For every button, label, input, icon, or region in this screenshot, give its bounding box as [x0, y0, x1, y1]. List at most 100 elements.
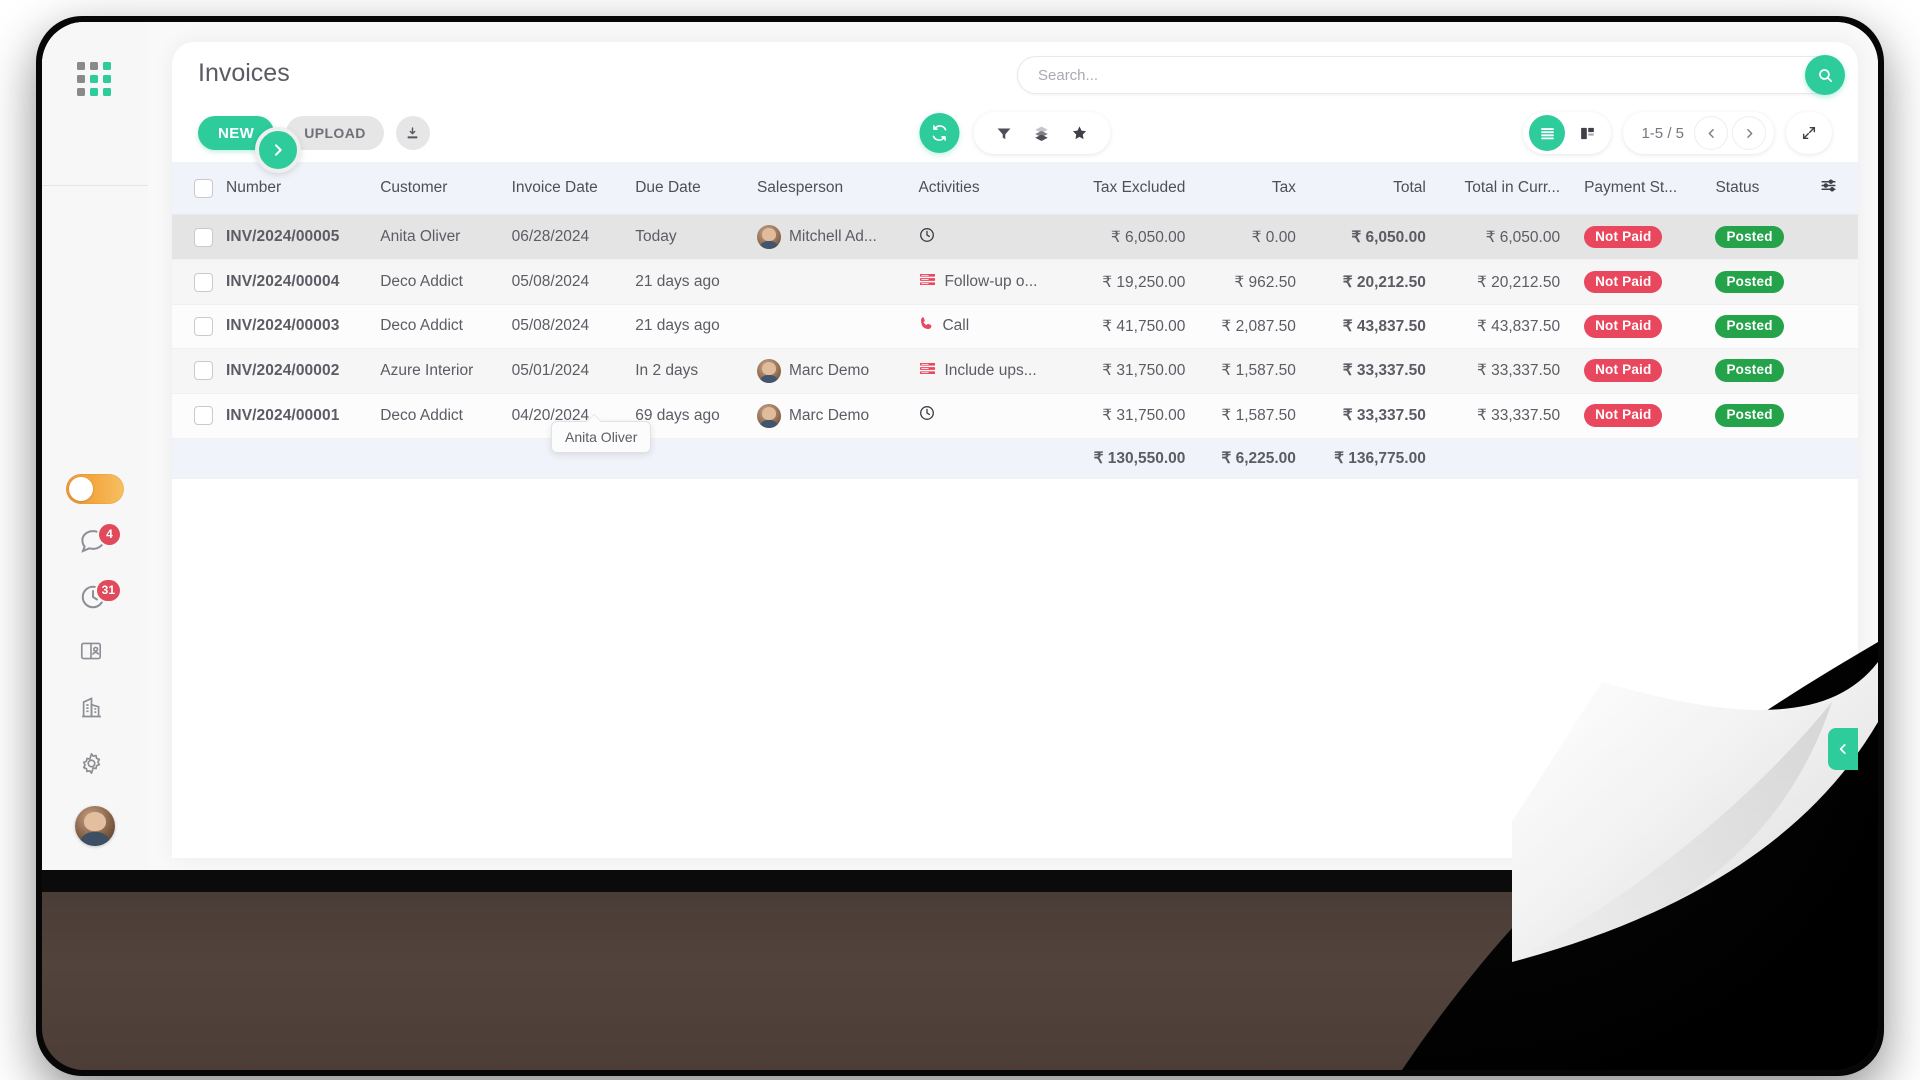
column-options-icon[interactable]	[1807, 162, 1858, 215]
status-badge-payment: Not Paid	[1584, 225, 1663, 249]
cell-status: Posted	[1703, 348, 1807, 394]
status-badge-payment: Not Paid	[1584, 404, 1663, 427]
clock-icon[interactable]	[918, 404, 936, 427]
right-tools: 1-5 / 5	[1523, 112, 1832, 154]
row-select-cell	[172, 259, 214, 305]
cell-invoice-date: 06/28/2024	[499, 214, 624, 260]
panel-collapse-handle[interactable]	[1828, 728, 1858, 770]
totals-spacer	[172, 437, 214, 479]
cell-activities: Follow-up o...	[906, 259, 1067, 305]
cell-tax: ₹ 1,587.50	[1197, 393, 1308, 439]
col-due-date[interactable]: Due Date	[623, 162, 745, 215]
col-tax-excluded[interactable]: Tax Excluded	[1066, 162, 1198, 215]
cell-total: ₹ 33,337.50	[1307, 348, 1438, 394]
star-favorites-icon[interactable]	[1071, 124, 1089, 142]
table-row[interactable]: INV/2024/00003 Deco Addict 05/08/2024 21 da…	[172, 304, 1858, 349]
sidebar-expand-button[interactable]	[255, 127, 301, 173]
user-avatar[interactable]	[75, 806, 115, 846]
search-box[interactable]	[1017, 56, 1837, 94]
status-badge-state: Posted	[1715, 315, 1784, 338]
chevron-right-icon[interactable]	[1732, 116, 1766, 150]
filter-icon[interactable]	[996, 125, 1013, 142]
cell-total-currency: ₹ 20,212.50	[1437, 259, 1573, 305]
col-status[interactable]: Status	[1703, 162, 1807, 215]
activities-clock-icon[interactable]: 31	[78, 580, 120, 616]
salesperson-avatar	[756, 403, 781, 428]
row-checkbox[interactable]	[194, 227, 213, 247]
table-row[interactable]: INV/2024/00004 Deco Addict 05/08/2024 21 da…	[172, 259, 1858, 305]
table-header: Number Customer Invoice Date Due Date Sa…	[172, 162, 1858, 215]
cell-payment-status: Not Paid	[1572, 304, 1704, 349]
cell-invoice-date: 05/01/2024	[499, 348, 624, 394]
cell-tax-excluded: ₹ 6,050.00	[1066, 214, 1198, 260]
cell-customer: Anita Oliver	[368, 214, 500, 260]
view-card: Invoices Search... NEW UPLOAD 1-5 / 5 Nu…	[172, 42, 1858, 858]
cell-tax: ₹ 962.50	[1197, 259, 1308, 305]
search-input[interactable]	[1038, 66, 1782, 84]
col-salesperson[interactable]: Salesperson	[744, 162, 907, 215]
cell-status: Posted	[1703, 393, 1807, 439]
contacts-card-icon[interactable]	[78, 638, 112, 672]
col-activities[interactable]: Activities	[906, 162, 1067, 215]
clock-icon[interactable]	[918, 226, 936, 249]
email-list-icon[interactable]	[918, 270, 937, 294]
kanban-view-icon[interactable]	[1569, 115, 1605, 151]
select-all-checkbox[interactable]	[194, 178, 213, 198]
header-row: Number Customer Invoice Date Due Date Sa…	[172, 162, 1858, 215]
group-by-icon[interactable]	[1033, 124, 1051, 142]
cell-total: ₹ 20,212.50	[1307, 259, 1438, 305]
cell-tax-excluded: ₹ 31,750.00	[1066, 393, 1198, 439]
cell-due-date: Today	[623, 214, 745, 260]
row-checkbox[interactable]	[194, 406, 213, 426]
phone-icon[interactable]	[918, 315, 935, 337]
col-invoice-date[interactable]: Invoice Date	[499, 162, 624, 215]
list-view-icon[interactable]	[1529, 115, 1566, 151]
refresh-icon[interactable]	[919, 113, 960, 153]
row-checkbox[interactable]	[194, 316, 213, 336]
col-total[interactable]: Total	[1307, 162, 1438, 215]
cell-payment-status: Not Paid	[1572, 393, 1704, 439]
messages-icon[interactable]: 4	[78, 524, 120, 560]
row-checkbox[interactable]	[194, 272, 213, 292]
cell-payment-status: Not Paid	[1572, 348, 1704, 394]
company-building-icon[interactable]	[78, 694, 112, 728]
table-row[interactable]: INV/2024/00001 Deco Addict 04/20/2024 69 da…	[172, 393, 1858, 439]
table-row[interactable]: INV/2024/00002 Azure Interior 05/01/2024 In…	[172, 348, 1858, 394]
status-badge-state: Posted	[1715, 270, 1784, 294]
apps-grid-icon[interactable]	[77, 62, 113, 98]
page-title: Invoices	[198, 58, 290, 87]
email-list-icon[interactable]	[918, 359, 937, 383]
activities-badge: 31	[96, 580, 120, 601]
expand-fullscreen-icon[interactable]	[1786, 112, 1832, 154]
cell-customer: Deco Addict	[368, 393, 500, 439]
row-checkbox[interactable]	[194, 361, 213, 381]
col-tax[interactable]: Tax	[1197, 162, 1308, 215]
download-icon[interactable]	[395, 116, 430, 150]
settings-gear-icon[interactable]	[78, 750, 112, 784]
desk-background	[42, 892, 1878, 1070]
cell-total: ₹ 6,050.00	[1307, 214, 1438, 260]
col-payment-status[interactable]: Payment St...	[1572, 162, 1704, 215]
status-badge-payment: Not Paid	[1584, 359, 1663, 382]
col-customer[interactable]: Customer	[368, 162, 500, 215]
row-select-cell	[172, 304, 214, 349]
search-icon[interactable]	[1805, 55, 1845, 95]
chevron-left-icon[interactable]	[1694, 116, 1728, 150]
cell-customer: Deco Addict	[368, 304, 500, 349]
cell-payment-status: Not Paid	[1572, 214, 1704, 260]
cell-options	[1807, 214, 1858, 260]
cell-options	[1807, 304, 1858, 349]
theme-toggle[interactable]	[66, 474, 124, 504]
customer-tooltip: Anita Oliver	[551, 414, 652, 453]
odoo-app: 4 31 Invoices Search... NEW UPLOAD 1-5 /…	[42, 22, 1878, 870]
col-number[interactable]: Number	[214, 162, 369, 215]
pager: 1-5 / 5	[1623, 112, 1774, 154]
cell-tax-excluded: ₹ 41,750.00	[1066, 304, 1198, 349]
totals-status	[1703, 437, 1807, 479]
cell-salesperson: Mitchell Ad...	[744, 214, 907, 260]
table-row[interactable]: INV/2024/00005 Anita Oliver 06/28/2024 Toda…	[172, 214, 1858, 260]
row-select-cell	[172, 348, 214, 394]
col-total-currency[interactable]: Total in Curr...	[1437, 162, 1573, 215]
upload-button[interactable]: UPLOAD	[286, 116, 384, 150]
pager-label: 1-5 / 5	[1641, 124, 1684, 142]
